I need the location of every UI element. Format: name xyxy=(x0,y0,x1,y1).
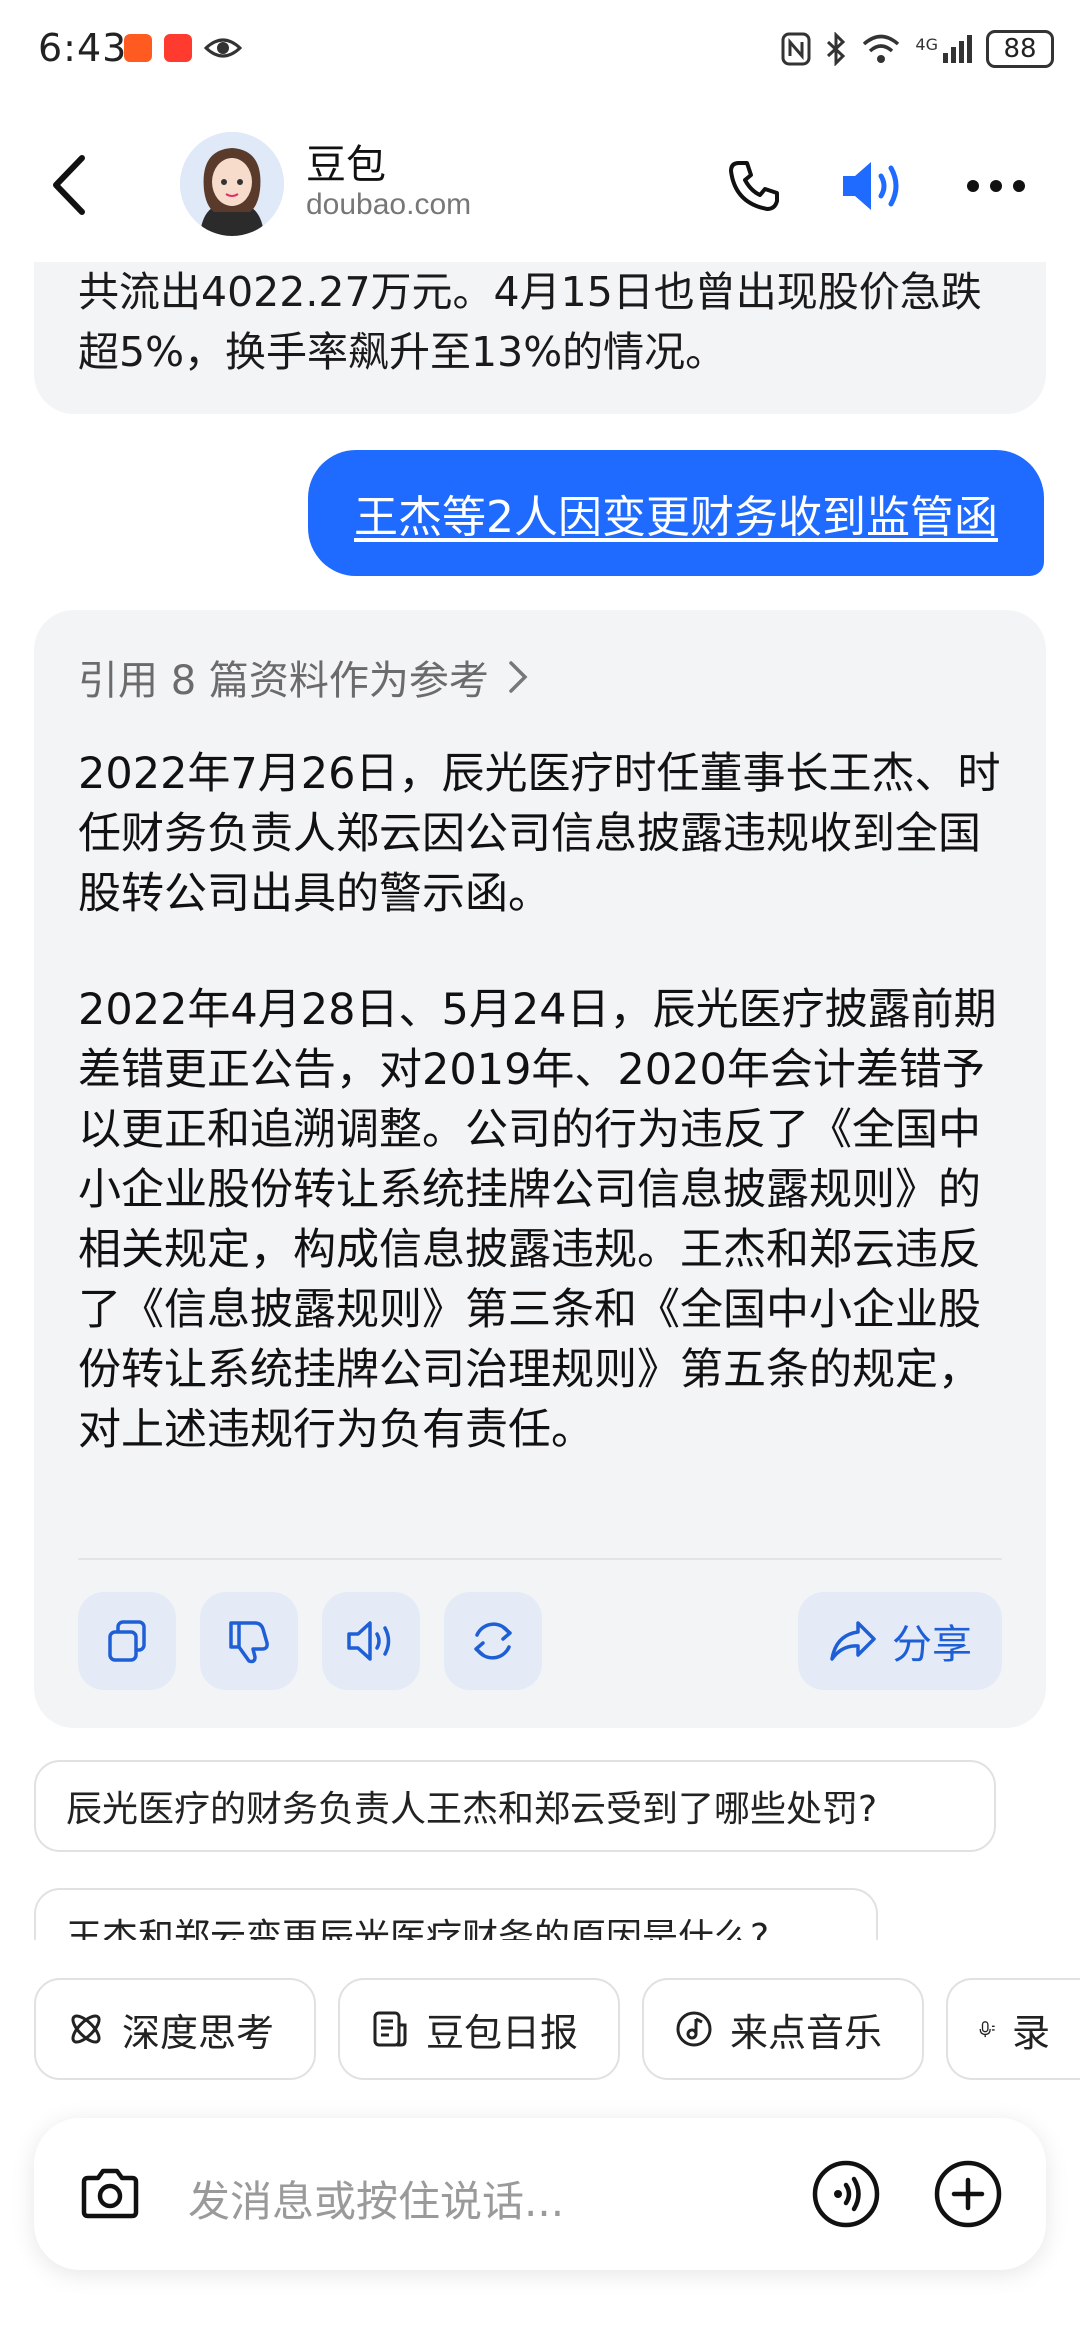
share-icon xyxy=(830,1621,876,1661)
mic-icon xyxy=(979,2021,995,2038)
notification-icons xyxy=(124,34,242,62)
shop-notification-icon xyxy=(164,34,192,62)
suggestion-text: 辰光医疗的财务负责人王杰和郑云受到了哪些处罚? xyxy=(66,1789,878,1830)
chevron-right-icon xyxy=(509,661,528,693)
chip-label: 豆包日报 xyxy=(426,2010,579,2055)
share-label: 分享 xyxy=(892,1622,972,1668)
dislike-button[interactable] xyxy=(200,1592,298,1690)
battery-indicator: 88 xyxy=(986,30,1054,68)
atom-icon xyxy=(71,2014,101,2044)
user-message-text: 王杰等2人因变更财务收到监管函 xyxy=(354,492,998,543)
assistant-name: 豆包 xyxy=(306,142,386,188)
suggestion-clip: 王杰和郑云变更辰光医疗财务的原因是什么? xyxy=(0,1888,1080,1940)
refresh-icon xyxy=(474,1622,512,1660)
read-aloud-button[interactable] xyxy=(322,1592,420,1690)
speaker-icon xyxy=(843,162,899,210)
reply-paragraph-2: 2022年4月28日、5月24日，辰光医疗披露前期差错更正公告，对2019年、2… xyxy=(78,985,997,1455)
reply-divider xyxy=(78,1558,1002,1560)
previous-reply-text: 共流出4022.27万元。4月15日也曾出现股价急跌超5%，换手率飙升至13%的… xyxy=(78,268,982,376)
status-bar: 6:43 4G 88 xyxy=(0,0,1080,100)
news-icon xyxy=(373,2011,407,2047)
chip-label: 深度思考 xyxy=(122,2010,275,2055)
back-arrow-icon xyxy=(53,155,85,215)
voice-call-button[interactable] xyxy=(808,2156,884,2232)
speaker-button[interactable] xyxy=(834,148,910,224)
chip-music[interactable]: 来点音乐 xyxy=(642,1978,924,2080)
suggestion-text: 王杰和郑云变更辰光医疗财务的原因是什么? xyxy=(66,1917,770,1940)
reply-paragraph-1: 2022年7月26日，辰光医疗时任董事长王杰、时任财务负责人郑云因公司信息披露违… xyxy=(78,749,1001,919)
app-notification-icon xyxy=(124,34,152,62)
network-type: 4G xyxy=(915,35,938,54)
suggestion-2[interactable]: 王杰和郑云变更辰光医疗财务的原因是什么? xyxy=(34,1888,878,1940)
chip-label: 录 xyxy=(1011,2010,1050,2055)
speaker-outline-icon xyxy=(347,1621,391,1661)
add-button[interactable] xyxy=(930,2156,1006,2232)
chip-deep-think[interactable]: 深度思考 xyxy=(34,1978,316,2080)
nfc-icon xyxy=(781,32,811,66)
suggestion-1[interactable]: 辰光医疗的财务负责人王杰和郑云受到了哪些处罚? xyxy=(34,1760,996,1852)
copy-icon xyxy=(108,1620,146,1662)
wifi-icon xyxy=(863,34,900,63)
chip-record[interactable]: 录 xyxy=(946,1978,1080,2080)
eye-icon xyxy=(204,38,242,58)
references-link[interactable]: 引用 8 篇资料作为参考 xyxy=(78,648,529,706)
regenerate-button[interactable] xyxy=(444,1592,542,1690)
share-button[interactable]: 分享 xyxy=(798,1592,1002,1690)
plus-circle-icon xyxy=(934,2160,1002,2228)
camera-icon xyxy=(81,2168,139,2219)
phone-icon xyxy=(729,161,779,211)
status-time: 6:43 xyxy=(38,26,128,70)
chip-label: 来点音乐 xyxy=(730,2010,883,2055)
copy-button[interactable] xyxy=(78,1592,176,1690)
more-icon xyxy=(967,180,1025,192)
status-right: 4G 88 xyxy=(781,26,1054,72)
camera-button[interactable] xyxy=(72,2156,148,2232)
more-button[interactable] xyxy=(958,148,1034,224)
music-icon xyxy=(676,2011,712,2047)
chip-daily-news[interactable]: 豆包日报 xyxy=(338,1978,620,2080)
back-button[interactable] xyxy=(44,150,94,220)
bluetooth-icon xyxy=(827,32,846,66)
assistant-domain: doubao.com xyxy=(306,188,472,221)
thumbs-down-icon xyxy=(229,1621,269,1664)
signal-icon: 4G xyxy=(915,35,972,63)
avatar[interactable] xyxy=(180,132,284,236)
references-label: 引用 8 篇资料作为参考 xyxy=(78,658,489,704)
call-button[interactable] xyxy=(716,148,792,224)
voice-wave-icon xyxy=(812,2160,880,2228)
message-input[interactable]: 发消息或按住说话... xyxy=(188,2168,564,2229)
user-message-bubble[interactable]: 王杰等2人因变更财务收到监管函 xyxy=(308,450,1044,576)
avatar-illustration xyxy=(180,132,284,236)
